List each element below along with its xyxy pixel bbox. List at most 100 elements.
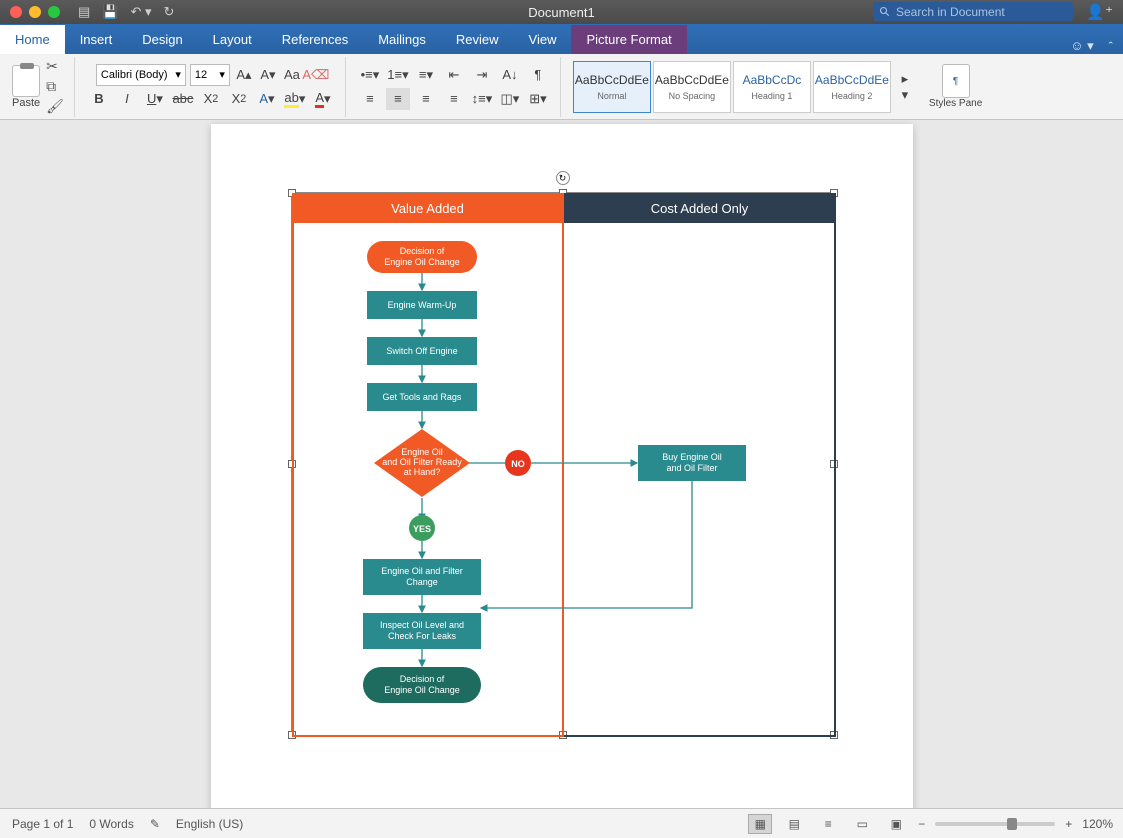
svg-text:and Oil Filter Ready: and Oil Filter Ready [382, 457, 462, 467]
svg-text:Decision of: Decision of [399, 246, 444, 256]
style-normal[interactable]: AaBbCcDdEeNormal [573, 61, 651, 113]
rotate-handle-icon[interactable]: ↻ [556, 171, 570, 185]
align-center-icon[interactable]: ≡ [386, 88, 410, 110]
print-layout-view-icon[interactable]: ▦ [748, 814, 772, 834]
web-layout-view-icon[interactable]: ▤ [782, 814, 806, 834]
language[interactable]: English (US) [176, 817, 243, 831]
style-heading-2[interactable]: AaBbCcDdEeHeading 2 [813, 61, 891, 113]
style-no-spacing[interactable]: AaBbCcDdEeNo Spacing [653, 61, 731, 113]
outline-view-icon[interactable]: ≡ [816, 814, 840, 834]
ribbon: Paste ✂ ⧉ 🖌 Calibri (Body)▾ 12▾ A▴ A▾ Aa… [0, 54, 1123, 120]
font-family-select[interactable]: Calibri (Body)▾ [96, 64, 186, 86]
word-count[interactable]: 0 Words [89, 817, 133, 831]
tab-review[interactable]: Review [441, 25, 514, 54]
zoom-level[interactable]: 120% [1082, 817, 1113, 831]
paragraph-group: •≡▾ 1≡▾ ≡▾ ⇤ ⇥ A↓ ¶ ≡ ≡ ≡ ≡ ↕≡▾ ◫▾ ⊞▾ [354, 57, 561, 117]
tab-layout[interactable]: Layout [198, 25, 267, 54]
sort-icon[interactable]: A↓ [498, 64, 522, 86]
feedback-icon[interactable]: ☺ ▾ [1070, 38, 1093, 54]
increase-indent-icon[interactable]: ⇥ [470, 64, 494, 86]
bullets-icon[interactable]: •≡▾ [358, 64, 382, 86]
decrease-indent-icon[interactable]: ⇤ [442, 64, 466, 86]
bold-button[interactable]: B [87, 88, 111, 110]
shading-icon[interactable]: ◫▾ [498, 88, 522, 110]
subscript-button[interactable]: X2 [199, 88, 223, 110]
close-window-icon[interactable] [10, 6, 22, 18]
italic-button[interactable]: I [115, 88, 139, 110]
styles-group: AaBbCcDdEeNormalAaBbCcDdEeNo SpacingAaBb… [569, 57, 921, 117]
column-header-right: Cost Added Only [564, 193, 836, 223]
search-input[interactable]: Search in Document [873, 2, 1073, 21]
change-case-icon[interactable]: Aa [282, 64, 302, 86]
align-left-icon[interactable]: ≡ [358, 88, 382, 110]
page-count[interactable]: Page 1 of 1 [12, 817, 73, 831]
document-canvas[interactable]: ↻ Value Added Cost Added Only [0, 120, 1123, 808]
highlight-icon[interactable]: ab▾ [283, 88, 307, 110]
font-color-icon[interactable]: A▾ [311, 88, 335, 110]
svg-text:Engine Oil: Engine Oil [401, 447, 443, 457]
cut-icon[interactable]: ✂ [46, 58, 64, 75]
tab-mailings[interactable]: Mailings [363, 25, 441, 54]
collapse-ribbon-icon[interactable]: ˆ [1109, 39, 1113, 54]
save-as-icon[interactable]: 💾 [102, 4, 118, 20]
show-marks-icon[interactable]: ¶ [526, 64, 550, 86]
borders-icon[interactable]: ⊞▾ [526, 88, 550, 110]
svg-text:Check For Leaks: Check For Leaks [387, 631, 456, 641]
styles-pane-button[interactable]: ¶ Styles Pane [929, 64, 982, 109]
tab-home[interactable]: Home [0, 25, 65, 54]
line-spacing-icon[interactable]: ↕≡▾ [470, 88, 494, 110]
undo-icon[interactable]: ↶ ▾ [130, 4, 151, 20]
redo-icon[interactable]: ↻ [164, 4, 175, 20]
clipboard-group: Paste ✂ ⧉ 🖌 [8, 57, 75, 117]
clear-format-icon[interactable]: A⌫ [306, 64, 326, 86]
underline-button[interactable]: U▾ [143, 88, 167, 110]
svg-text:Decision of: Decision of [399, 674, 444, 684]
font-group: Calibri (Body)▾ 12▾ A▴ A▾ Aa A⌫ B I U▾ a… [83, 57, 346, 117]
font-size-select[interactable]: 12▾ [190, 64, 230, 86]
tab-view[interactable]: View [514, 25, 572, 54]
save-icon[interactable]: ▤ [78, 4, 90, 20]
strikethrough-button[interactable]: abc [171, 88, 195, 110]
format-painter-icon[interactable]: 🖌 [46, 98, 64, 115]
minimize-window-icon[interactable] [29, 6, 41, 18]
justify-icon[interactable]: ≡ [442, 88, 466, 110]
flowchart-diagram: Value Added Cost Added Only [292, 193, 836, 737]
tab-design[interactable]: Design [127, 25, 197, 54]
column-header-left: Value Added [292, 193, 564, 223]
focus-view-icon[interactable]: ▣ [884, 814, 908, 834]
maximize-window-icon[interactable] [48, 6, 60, 18]
styles-more-icon[interactable]: ▸▾ [893, 76, 917, 98]
draft-view-icon[interactable]: ▭ [850, 814, 874, 834]
ribbon-tabs: Home Insert Design Layout References Mai… [0, 24, 1123, 54]
search-placeholder: Search in Document [896, 5, 1005, 19]
zoom-slider[interactable] [935, 822, 1055, 826]
flowchart-svg: Decision of Engine Oil Change Engine War… [292, 223, 836, 737]
shrink-font-icon[interactable]: A▾ [258, 64, 278, 86]
align-right-icon[interactable]: ≡ [414, 88, 438, 110]
spellcheck-icon[interactable]: ✎ [150, 817, 160, 831]
svg-text:YES: YES [412, 524, 430, 534]
grow-font-icon[interactable]: A▴ [234, 64, 254, 86]
svg-text:and Oil Filter: and Oil Filter [666, 463, 717, 473]
zoom-in-icon[interactable]: + [1065, 817, 1072, 831]
tab-insert[interactable]: Insert [65, 25, 128, 54]
multilevel-icon[interactable]: ≡▾ [414, 64, 438, 86]
document-title: Document1 [528, 5, 594, 20]
numbering-icon[interactable]: 1≡▾ [386, 64, 410, 86]
zoom-out-icon[interactable]: − [918, 817, 925, 831]
text-effects-icon[interactable]: A▾ [255, 88, 279, 110]
style-heading-1[interactable]: AaBbCcDcHeading 1 [733, 61, 811, 113]
superscript-button[interactable]: X2 [227, 88, 251, 110]
share-icon[interactable]: 👤⁺ [1086, 3, 1113, 21]
paste-label: Paste [12, 97, 40, 109]
picture-selection[interactable]: ↻ Value Added Cost Added Only [291, 192, 835, 736]
svg-text:Engine Oil and Filter: Engine Oil and Filter [381, 566, 463, 576]
svg-text:Engine Oil Change: Engine Oil Change [384, 257, 460, 267]
tab-references[interactable]: References [267, 25, 363, 54]
paste-button[interactable]: Paste [12, 65, 40, 109]
copy-icon[interactable]: ⧉ [46, 78, 64, 95]
tab-picture-format[interactable]: Picture Format [571, 25, 686, 54]
styles-pane-label: Styles Pane [929, 98, 982, 109]
svg-text:Engine Oil Change: Engine Oil Change [384, 685, 460, 695]
page: ↻ Value Added Cost Added Only [211, 124, 913, 808]
